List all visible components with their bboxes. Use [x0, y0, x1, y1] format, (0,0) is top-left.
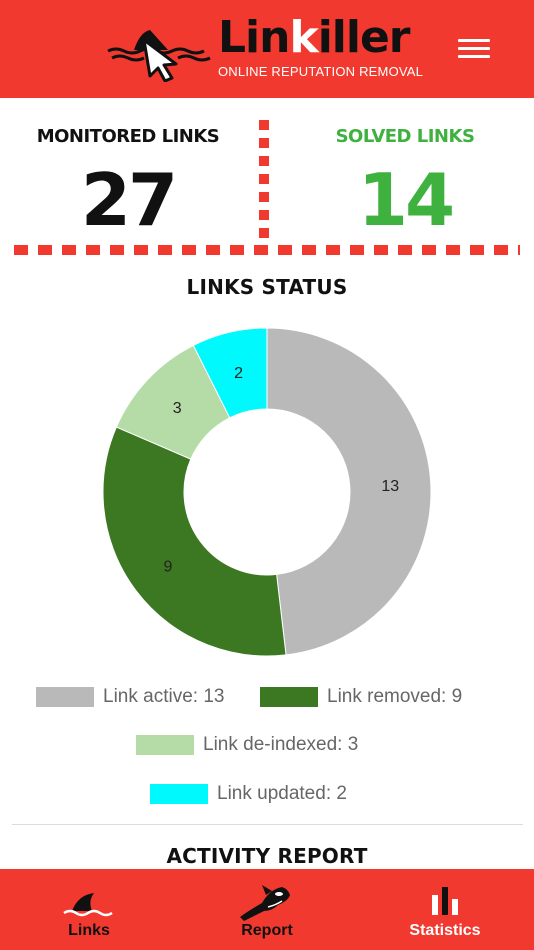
- hamburger-menu-icon[interactable]: [456, 36, 492, 62]
- orca-icon: [240, 885, 290, 921]
- legend-label: Link active: 13: [103, 686, 225, 707]
- monitored-links-label: MONITORED LINKS: [36, 126, 220, 147]
- stats-vertical-divider: [259, 120, 269, 240]
- links-status-title: LINKS STATUS: [186, 275, 348, 299]
- legend-item: Link de-indexed: 3: [136, 734, 358, 756]
- brand-name: Linkiller: [218, 12, 411, 63]
- legend-item: Link active: 13: [36, 686, 224, 708]
- legend-item: Link removed: 9: [260, 686, 462, 708]
- legend-swatch: [36, 687, 94, 707]
- donut-slice-link-active: [266, 327, 432, 656]
- legend-item: Link updated: 2: [150, 783, 347, 805]
- bar-chart-icon: [432, 887, 458, 915]
- app-header: Linkiller ONLINE REPUTATION REMOVAL: [0, 0, 534, 98]
- tab-report[interactable]: Report: [178, 869, 356, 950]
- donut-slice-link-removed: [102, 426, 287, 657]
- solved-links-value: 14: [357, 158, 455, 242]
- links-status-donut-chart: 13 9 3 2: [102, 327, 432, 657]
- bottom-tab-bar: Links Report Statistics: [0, 869, 534, 950]
- tab-statistics[interactable]: Statistics: [356, 869, 534, 950]
- tab-links[interactable]: Links: [0, 869, 178, 950]
- donut-slice-value-label: 9: [163, 559, 172, 576]
- stats-horizontal-divider: [14, 245, 520, 255]
- legend-label: Link de-indexed: 3: [203, 734, 359, 755]
- tab-links-label: Links: [68, 922, 110, 939]
- monitored-links-value: 27: [80, 158, 178, 242]
- tab-report-label: Report: [241, 922, 293, 939]
- legend-label: Link updated: 2: [217, 783, 347, 804]
- donut-slice-value-label: 13: [381, 478, 399, 495]
- brand-tagline: ONLINE REPUTATION REMOVAL: [218, 64, 424, 79]
- legend-swatch: [136, 735, 194, 755]
- tab-statistics-label: Statistics: [409, 922, 481, 939]
- cursor-shark-logo-icon: [107, 30, 211, 82]
- donut-slice-value-label: 2: [234, 365, 243, 382]
- shark-fin-icon: [63, 893, 113, 917]
- solved-links-label: SOLVED LINKS: [335, 126, 475, 147]
- legend-swatch: [260, 687, 318, 707]
- section-separator: [12, 824, 523, 825]
- legend-label: Link removed: 9: [327, 686, 463, 707]
- donut-slice-value-label: 3: [173, 400, 182, 417]
- activity-report-title: ACTIVITY REPORT: [166, 844, 368, 868]
- legend-swatch: [150, 784, 208, 804]
